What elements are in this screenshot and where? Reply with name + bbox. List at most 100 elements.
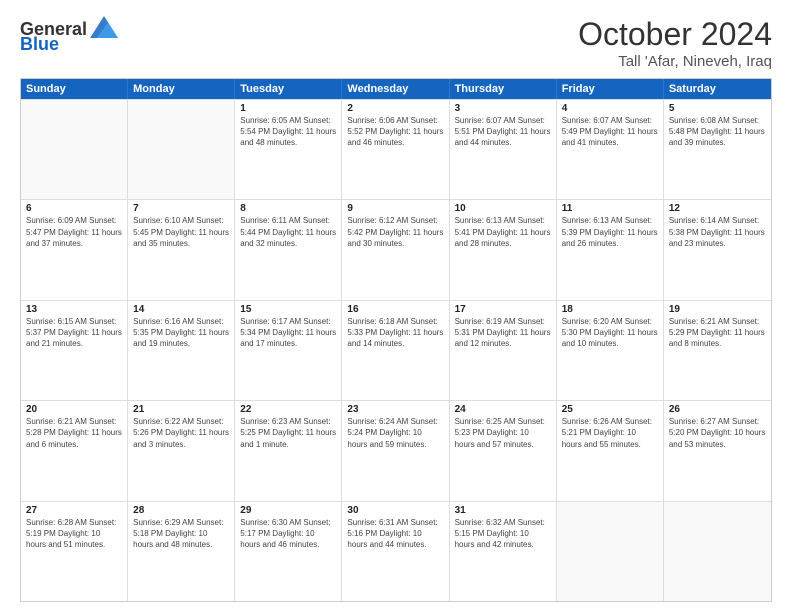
calendar-row-0: 1Sunrise: 6:05 AM Sunset: 5:54 PM Daylig… (21, 99, 771, 199)
title-block: October 2024 Tall 'Afar, Nineveh, Iraq (578, 16, 772, 70)
cell-day-25: 25Sunrise: 6:26 AM Sunset: 5:21 PM Dayli… (557, 401, 664, 500)
day-info: Sunrise: 6:14 AM Sunset: 5:38 PM Dayligh… (669, 215, 766, 249)
calendar-body: 1Sunrise: 6:05 AM Sunset: 5:54 PM Daylig… (21, 99, 771, 601)
day-number: 20 (26, 404, 122, 415)
day-info: Sunrise: 6:27 AM Sunset: 5:20 PM Dayligh… (669, 416, 766, 450)
cell-day-31: 31Sunrise: 6:32 AM Sunset: 5:15 PM Dayli… (450, 502, 557, 601)
day-number: 18 (562, 304, 658, 315)
day-number: 27 (26, 505, 122, 516)
cell-day-17: 17Sunrise: 6:19 AM Sunset: 5:31 PM Dayli… (450, 301, 557, 400)
day-info: Sunrise: 6:16 AM Sunset: 5:35 PM Dayligh… (133, 316, 229, 350)
main-title: October 2024 (578, 16, 772, 53)
day-number: 17 (455, 304, 551, 315)
day-info: Sunrise: 6:30 AM Sunset: 5:17 PM Dayligh… (240, 517, 336, 551)
day-number: 29 (240, 505, 336, 516)
day-number: 1 (240, 103, 336, 114)
day-number: 4 (562, 103, 658, 114)
day-info: Sunrise: 6:24 AM Sunset: 5:24 PM Dayligh… (347, 416, 443, 450)
cell-day-4: 4Sunrise: 6:07 AM Sunset: 5:49 PM Daylig… (557, 100, 664, 199)
day-info: Sunrise: 6:32 AM Sunset: 5:15 PM Dayligh… (455, 517, 551, 551)
cell-day-1: 1Sunrise: 6:05 AM Sunset: 5:54 PM Daylig… (235, 100, 342, 199)
header-cell-wednesday: Wednesday (342, 79, 449, 99)
header-cell-tuesday: Tuesday (235, 79, 342, 99)
day-info: Sunrise: 6:07 AM Sunset: 5:49 PM Dayligh… (562, 115, 658, 149)
day-number: 3 (455, 103, 551, 114)
day-info: Sunrise: 6:22 AM Sunset: 5:26 PM Dayligh… (133, 416, 229, 450)
cell-day-11: 11Sunrise: 6:13 AM Sunset: 5:39 PM Dayli… (557, 200, 664, 299)
cell-day-23: 23Sunrise: 6:24 AM Sunset: 5:24 PM Dayli… (342, 401, 449, 500)
day-number: 12 (669, 203, 766, 214)
day-number: 25 (562, 404, 658, 415)
cell-day-5: 5Sunrise: 6:08 AM Sunset: 5:48 PM Daylig… (664, 100, 771, 199)
day-number: 13 (26, 304, 122, 315)
day-number: 5 (669, 103, 766, 114)
cell-day-2: 2Sunrise: 6:06 AM Sunset: 5:52 PM Daylig… (342, 100, 449, 199)
header-cell-thursday: Thursday (450, 79, 557, 99)
logo-blue: Blue (20, 34, 59, 55)
day-info: Sunrise: 6:15 AM Sunset: 5:37 PM Dayligh… (26, 316, 122, 350)
day-number: 11 (562, 203, 658, 214)
day-info: Sunrise: 6:11 AM Sunset: 5:44 PM Dayligh… (240, 215, 336, 249)
cell-day-13: 13Sunrise: 6:15 AM Sunset: 5:37 PM Dayli… (21, 301, 128, 400)
day-info: Sunrise: 6:21 AM Sunset: 5:28 PM Dayligh… (26, 416, 122, 450)
cell-day-18: 18Sunrise: 6:20 AM Sunset: 5:30 PM Dayli… (557, 301, 664, 400)
header-cell-friday: Friday (557, 79, 664, 99)
day-info: Sunrise: 6:12 AM Sunset: 5:42 PM Dayligh… (347, 215, 443, 249)
header-cell-monday: Monday (128, 79, 235, 99)
day-number: 30 (347, 505, 443, 516)
day-number: 14 (133, 304, 229, 315)
cell-day-29: 29Sunrise: 6:30 AM Sunset: 5:17 PM Dayli… (235, 502, 342, 601)
header-cell-sunday: Sunday (21, 79, 128, 99)
day-number: 31 (455, 505, 551, 516)
logo: General Blue (20, 16, 118, 55)
day-info: Sunrise: 6:31 AM Sunset: 5:16 PM Dayligh… (347, 517, 443, 551)
calendar-row-4: 27Sunrise: 6:28 AM Sunset: 5:19 PM Dayli… (21, 501, 771, 601)
day-info: Sunrise: 6:09 AM Sunset: 5:47 PM Dayligh… (26, 215, 122, 249)
cell-day-15: 15Sunrise: 6:17 AM Sunset: 5:34 PM Dayli… (235, 301, 342, 400)
cell-day-20: 20Sunrise: 6:21 AM Sunset: 5:28 PM Dayli… (21, 401, 128, 500)
header: General Blue October 2024 Tall 'Afar, Ni… (20, 16, 772, 70)
day-number: 9 (347, 203, 443, 214)
cell-day-9: 9Sunrise: 6:12 AM Sunset: 5:42 PM Daylig… (342, 200, 449, 299)
day-info: Sunrise: 6:08 AM Sunset: 5:48 PM Dayligh… (669, 115, 766, 149)
day-number: 8 (240, 203, 336, 214)
day-info: Sunrise: 6:21 AM Sunset: 5:29 PM Dayligh… (669, 316, 766, 350)
cell-empty-4-6 (664, 502, 771, 601)
day-number: 24 (455, 404, 551, 415)
day-number: 26 (669, 404, 766, 415)
day-info: Sunrise: 6:18 AM Sunset: 5:33 PM Dayligh… (347, 316, 443, 350)
logo-icon (90, 16, 118, 38)
calendar-row-2: 13Sunrise: 6:15 AM Sunset: 5:37 PM Dayli… (21, 300, 771, 400)
cell-day-24: 24Sunrise: 6:25 AM Sunset: 5:23 PM Dayli… (450, 401, 557, 500)
cell-day-10: 10Sunrise: 6:13 AM Sunset: 5:41 PM Dayli… (450, 200, 557, 299)
cell-empty-0-1 (128, 100, 235, 199)
cell-day-22: 22Sunrise: 6:23 AM Sunset: 5:25 PM Dayli… (235, 401, 342, 500)
day-number: 2 (347, 103, 443, 114)
day-info: Sunrise: 6:13 AM Sunset: 5:39 PM Dayligh… (562, 215, 658, 249)
day-number: 21 (133, 404, 229, 415)
day-info: Sunrise: 6:06 AM Sunset: 5:52 PM Dayligh… (347, 115, 443, 149)
header-cell-saturday: Saturday (664, 79, 771, 99)
cell-empty-0-0 (21, 100, 128, 199)
cell-day-8: 8Sunrise: 6:11 AM Sunset: 5:44 PM Daylig… (235, 200, 342, 299)
calendar-row-1: 6Sunrise: 6:09 AM Sunset: 5:47 PM Daylig… (21, 199, 771, 299)
cell-day-27: 27Sunrise: 6:28 AM Sunset: 5:19 PM Dayli… (21, 502, 128, 601)
cell-day-30: 30Sunrise: 6:31 AM Sunset: 5:16 PM Dayli… (342, 502, 449, 601)
day-number: 7 (133, 203, 229, 214)
day-info: Sunrise: 6:05 AM Sunset: 5:54 PM Dayligh… (240, 115, 336, 149)
day-info: Sunrise: 6:29 AM Sunset: 5:18 PM Dayligh… (133, 517, 229, 551)
calendar-header: SundayMondayTuesdayWednesdayThursdayFrid… (21, 79, 771, 99)
subtitle: Tall 'Afar, Nineveh, Iraq (578, 53, 772, 70)
cell-empty-4-5 (557, 502, 664, 601)
day-info: Sunrise: 6:10 AM Sunset: 5:45 PM Dayligh… (133, 215, 229, 249)
day-info: Sunrise: 6:25 AM Sunset: 5:23 PM Dayligh… (455, 416, 551, 450)
day-number: 22 (240, 404, 336, 415)
page: General Blue October 2024 Tall 'Afar, Ni… (0, 0, 792, 612)
day-info: Sunrise: 6:07 AM Sunset: 5:51 PM Dayligh… (455, 115, 551, 149)
day-info: Sunrise: 6:28 AM Sunset: 5:19 PM Dayligh… (26, 517, 122, 551)
day-number: 6 (26, 203, 122, 214)
cell-day-12: 12Sunrise: 6:14 AM Sunset: 5:38 PM Dayli… (664, 200, 771, 299)
cell-day-7: 7Sunrise: 6:10 AM Sunset: 5:45 PM Daylig… (128, 200, 235, 299)
cell-day-21: 21Sunrise: 6:22 AM Sunset: 5:26 PM Dayli… (128, 401, 235, 500)
day-info: Sunrise: 6:17 AM Sunset: 5:34 PM Dayligh… (240, 316, 336, 350)
